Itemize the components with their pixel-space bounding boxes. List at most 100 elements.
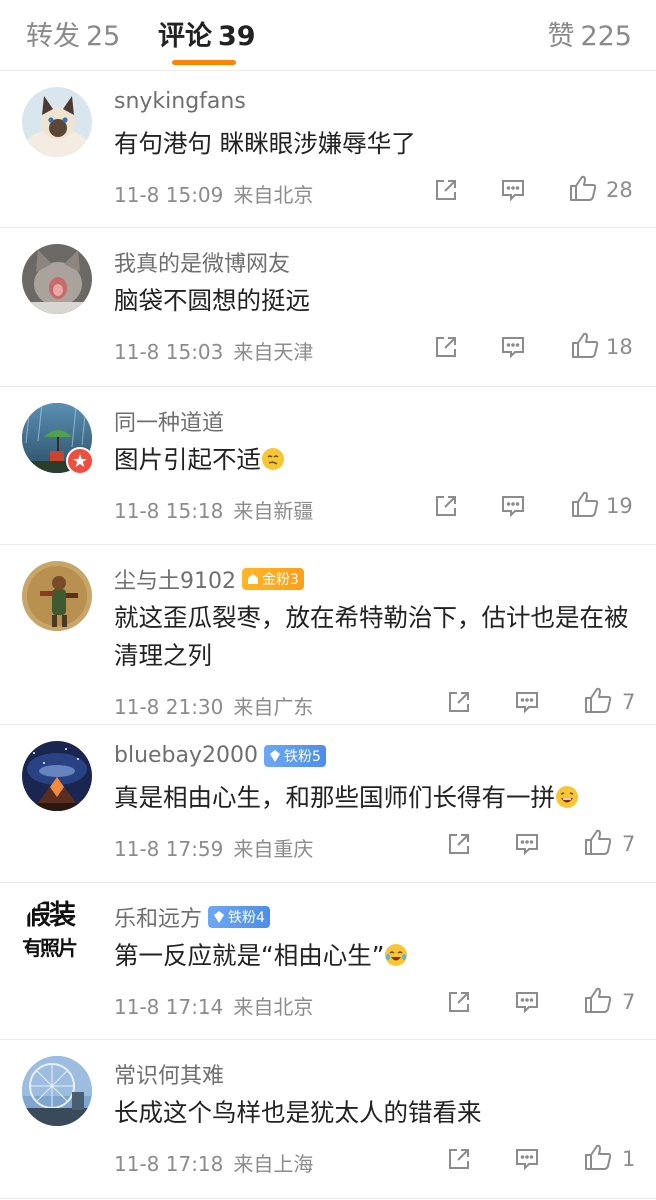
tab-reposts-label: 转发 [26, 21, 80, 52]
reply-icon[interactable] [514, 831, 540, 857]
share-icon[interactable] [433, 493, 459, 519]
cat-avatar-image [22, 244, 92, 314]
fan-badge[interactable]: 金粉3 [242, 568, 304, 590]
fan-badge-label: 金粉3 [262, 572, 299, 588]
comment-time: 11-8 17:14 [114, 995, 224, 1019]
reply-icon[interactable] [514, 989, 540, 1015]
comment-item: 假装 有照片 乐和远方 铁粉4 第一反应就是“相由心生” 11-8 17:14 来自北京 7 [0, 883, 656, 1040]
username[interactable]: 尘与土9102 [114, 563, 236, 595]
tab-likes-count: 225 [580, 21, 632, 52]
like-icon[interactable] [568, 174, 598, 202]
username-row: 我真的是微博网友 [114, 246, 290, 278]
warrior-avatar-image [22, 561, 92, 631]
like-icon[interactable] [583, 828, 613, 856]
comment-meta: 11-8 21:30 来自广东 [114, 691, 313, 720]
comment-source: 来自北京 [233, 183, 314, 207]
like-icon[interactable] [583, 686, 613, 714]
reply-icon[interactable] [514, 1146, 540, 1172]
like-count: 7 [622, 832, 636, 856]
like-count: 18 [606, 335, 633, 359]
like-icon[interactable] [570, 331, 600, 359]
share-icon[interactable] [446, 989, 472, 1015]
fan-badge[interactable]: 铁粉5 [264, 744, 326, 767]
avatar[interactable]: 假装 有照片 [22, 899, 92, 969]
comment-item: 尘与土9102 金粉3 就这歪瓜裂枣，放在希特勒治下，估计也是在被清理之列 11-8 … [0, 545, 656, 725]
username-row: snykingfans [114, 89, 246, 114]
username-row: 乐和远方 铁粉4 [114, 901, 270, 933]
comment-meta: 11-8 15:18 来自新疆 [114, 495, 313, 524]
username[interactable]: snykingfans [114, 89, 246, 114]
username[interactable]: 乐和远方 [114, 901, 202, 933]
avatar-text-line: 假装 [24, 900, 76, 931]
comment-item: bluebay2000 铁粉5 真是相由心生，和那些国师们长得有一拼 11-8 17:… [0, 725, 656, 883]
comment-text-content: 真是相由心生，和那些国师们长得有一拼 [114, 783, 555, 812]
avatar[interactable] [22, 244, 92, 314]
username[interactable]: 我真的是微博网友 [114, 246, 290, 278]
like-count: 7 [622, 690, 636, 714]
like-count: 7 [622, 990, 636, 1014]
tab-reposts-count: 25 [86, 21, 121, 52]
like-icon[interactable] [583, 986, 613, 1014]
avatar[interactable] [22, 741, 92, 811]
comment-text-content: 脑袋不圆想的挺远 [114, 286, 310, 315]
tab-comments-label: 评论 [158, 21, 212, 52]
laughing-emoji-icon [556, 786, 578, 808]
username[interactable]: 同一种道道 [114, 405, 224, 437]
username[interactable]: 常识何其难 [114, 1058, 224, 1090]
share-icon[interactable] [433, 177, 459, 203]
verified-badge-icon [66, 447, 94, 475]
comment-text-content: 第一反应就是“相由心生” [114, 941, 385, 970]
comment-text-content: 有句港句 眯眯眼涉嫌辱华了 [114, 129, 416, 158]
comment-meta: 11-8 17:59 来自重庆 [114, 833, 313, 862]
active-tab-indicator [172, 60, 236, 65]
reply-icon[interactable] [500, 493, 526, 519]
username[interactable]: bluebay2000 [114, 743, 258, 768]
fan-badge[interactable]: 铁粉4 [208, 906, 270, 928]
share-icon[interactable] [433, 334, 459, 360]
reply-icon[interactable] [500, 177, 526, 203]
like-icon[interactable] [583, 1143, 613, 1171]
share-icon[interactable] [446, 1146, 472, 1172]
avatar-text-line: 有照片 [22, 936, 78, 960]
comment-time: 11-8 17:18 [114, 1152, 224, 1176]
comment-meta: 11-8 15:03 来自天津 [114, 336, 313, 365]
comment-text: 就这歪瓜裂枣，放在希特勒治下，估计也是在被清理之列 [114, 599, 644, 675]
comment-source: 来自新疆 [233, 499, 314, 523]
comment-source: 来自上海 [233, 1152, 314, 1176]
share-icon[interactable] [446, 831, 472, 857]
comment-source: 来自北京 [233, 995, 314, 1019]
comment-time: 11-8 15:09 [114, 183, 224, 207]
avatar[interactable] [22, 1056, 92, 1126]
reply-icon[interactable] [514, 689, 540, 715]
tears-of-joy-emoji-icon [385, 944, 408, 966]
comment-source: 来自重庆 [233, 837, 314, 861]
cat-avatar-image [22, 87, 92, 157]
tab-reposts[interactable]: 转发 25 [26, 14, 120, 53]
avatar[interactable] [22, 561, 92, 631]
tab-likes[interactable]: 赞 225 [547, 14, 632, 53]
comment-time: 11-8 21:30 [114, 695, 224, 719]
like-count: 1 [622, 1147, 636, 1171]
username-row: bluebay2000 铁粉5 [114, 743, 326, 768]
tab-comments-count: 39 [218, 21, 256, 52]
share-icon[interactable] [446, 689, 472, 715]
comment-text-content: 长成这个鸟样也是犹太人的错看来 [114, 1098, 482, 1127]
comment-meta: 11-8 17:14 来自北京 [114, 991, 313, 1020]
comment-text: 有句港句 眯眯眼涉嫌辱华了 [114, 125, 644, 163]
comment-source: 来自天津 [233, 340, 314, 364]
comment-text: 图片引起不适 [114, 441, 644, 479]
tab-likes-label: 赞 [547, 21, 575, 52]
like-icon[interactable] [570, 490, 600, 518]
like-count: 19 [606, 494, 633, 518]
reply-icon[interactable] [500, 334, 526, 360]
avatar[interactable] [22, 87, 92, 157]
username-row: 同一种道道 [114, 405, 224, 437]
tab-bar: 转发 25 评论 39 赞 225 [0, 0, 656, 71]
comment-item: 我真的是微博网友 脑袋不圆想的挺远 11-8 15:03 来自天津 18 [0, 228, 656, 387]
comment-meta: 11-8 17:18 来自上海 [114, 1148, 313, 1177]
username-row: 尘与土9102 金粉3 [114, 563, 304, 595]
tab-comments[interactable]: 评论 39 [158, 14, 256, 53]
comment-time: 11-8 15:03 [114, 340, 224, 364]
ferris-wheel-avatar-image [22, 1056, 92, 1126]
comment-item: snykingfans 有句港句 眯眯眼涉嫌辱华了 11-8 15:09 来自北京 28 [0, 71, 656, 228]
